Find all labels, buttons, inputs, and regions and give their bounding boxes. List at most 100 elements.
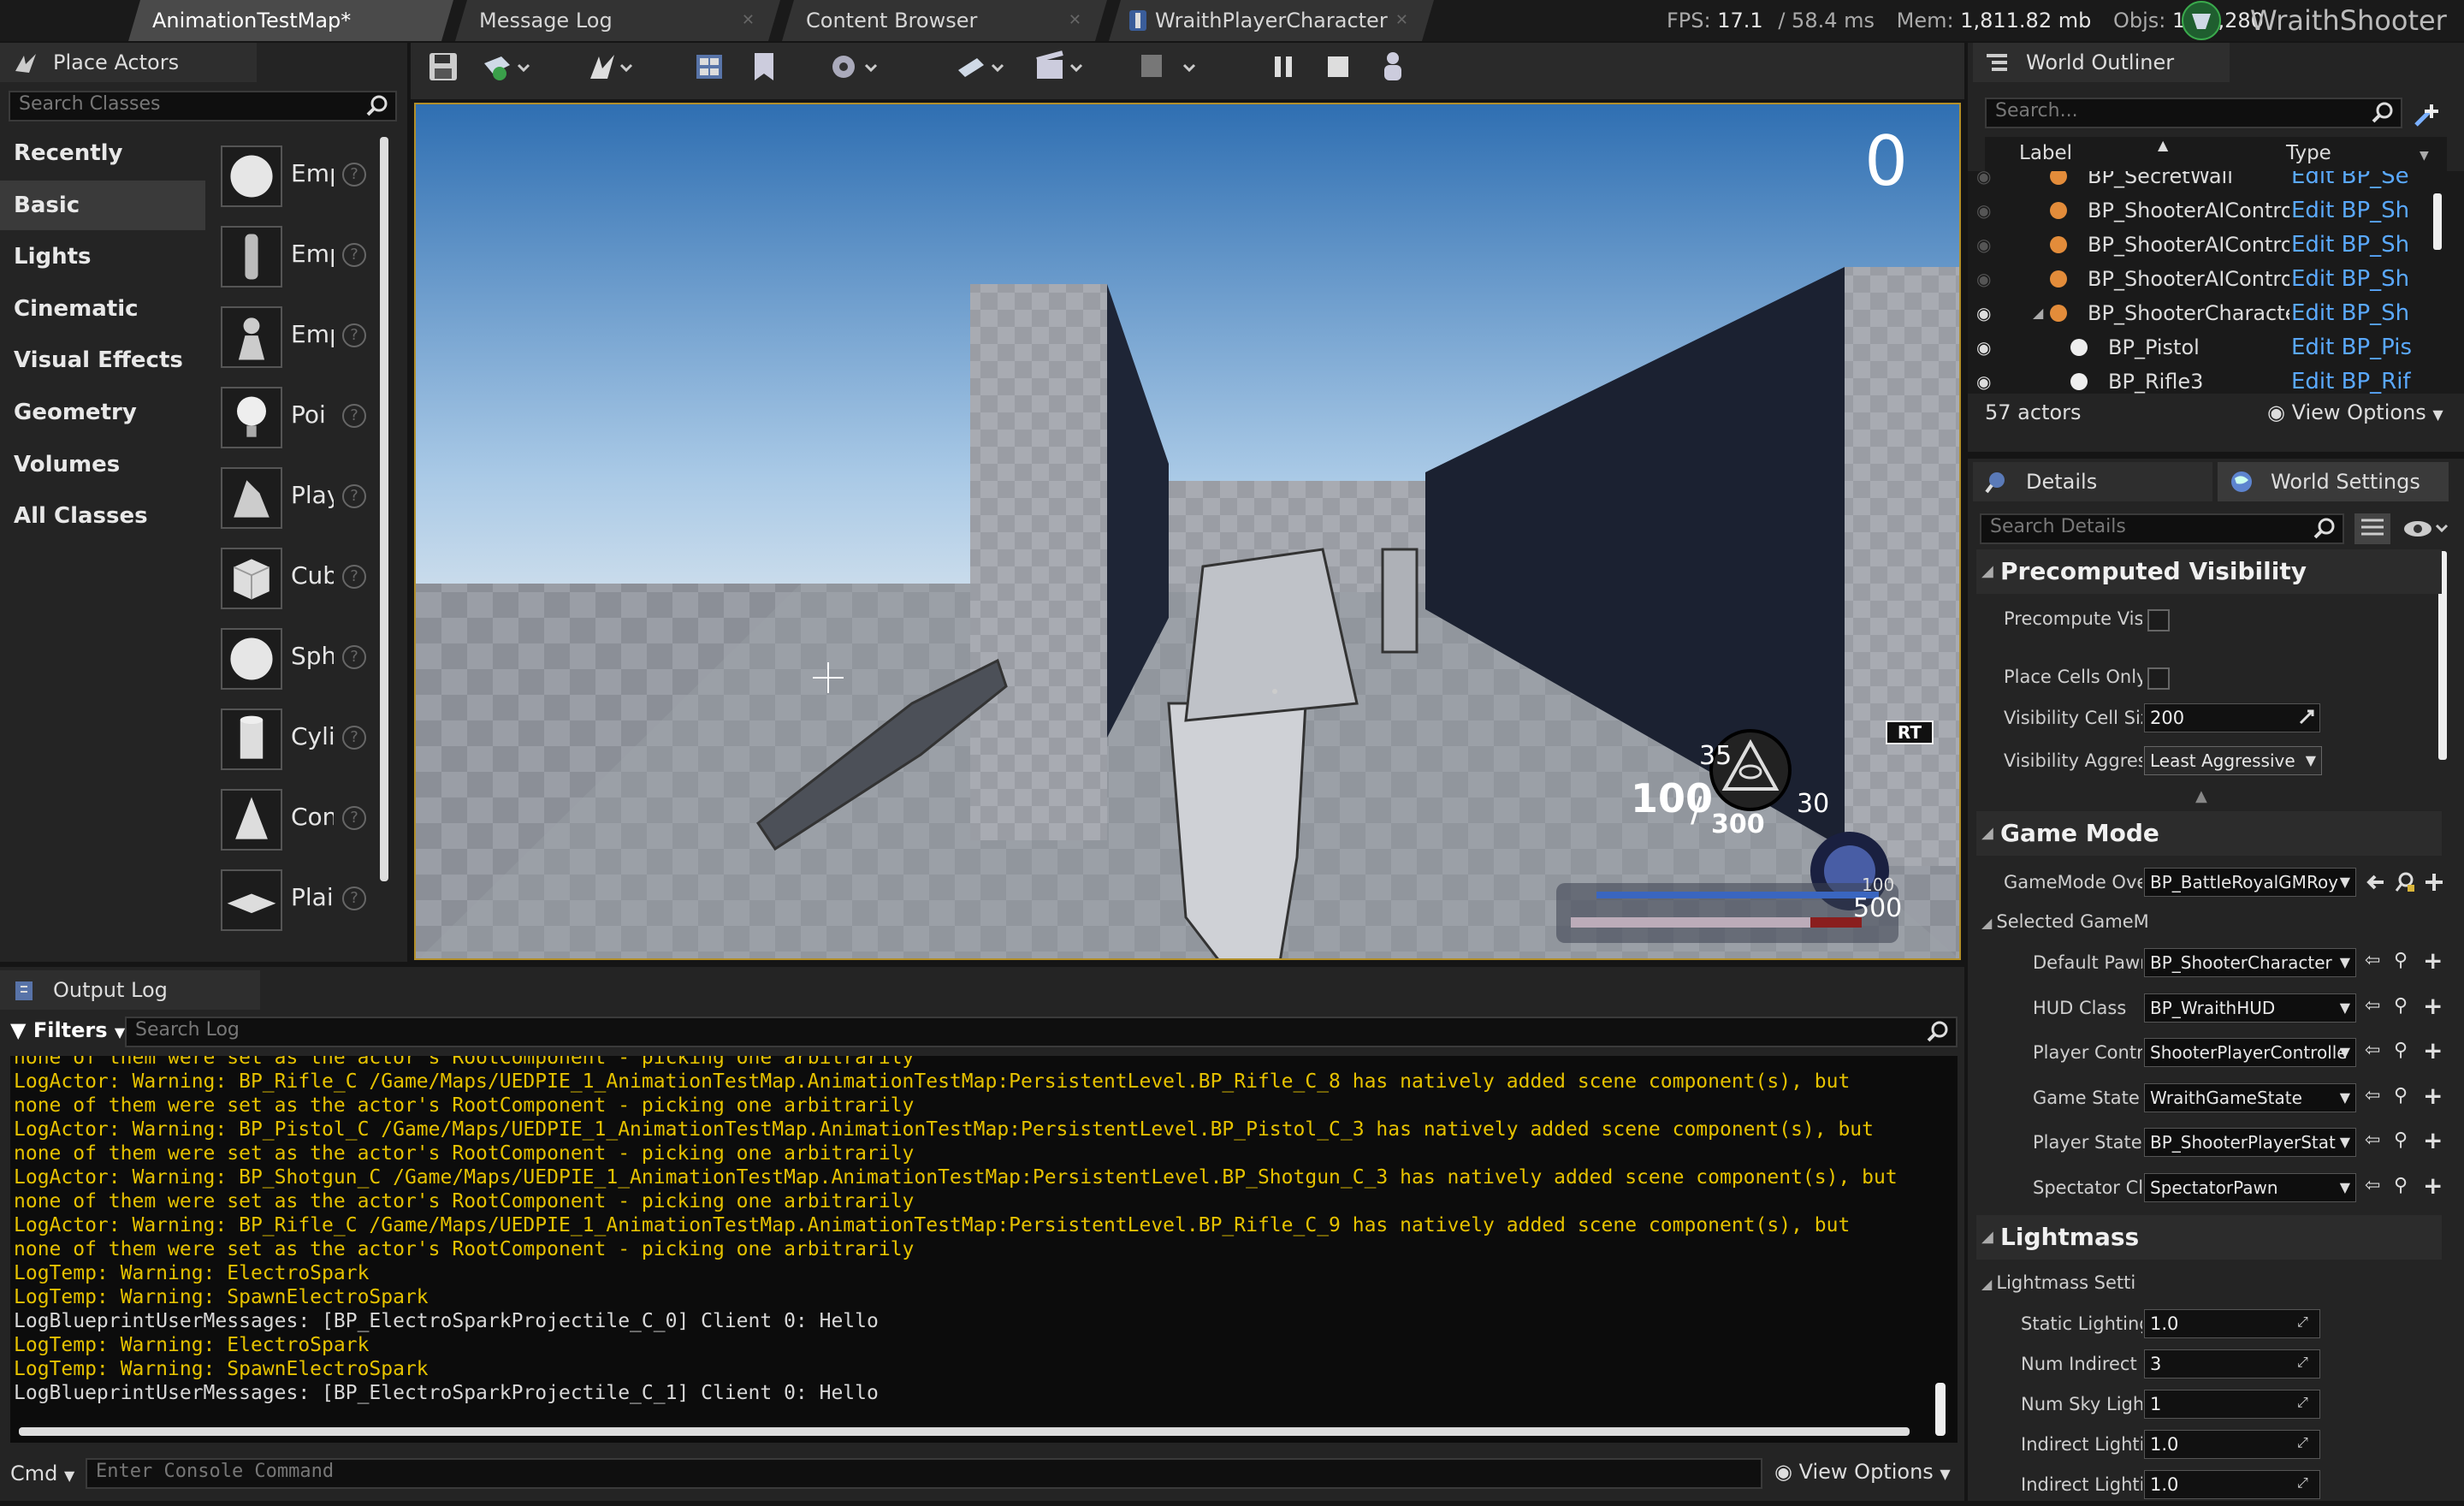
- use-selected-icon[interactable]: ⇦: [2365, 995, 2387, 1017]
- drag-handle-icon[interactable]: ⤢: [2297, 1434, 2316, 1453]
- log-output[interactable]: none of them were set as the actor's Roo…: [10, 1056, 1958, 1443]
- expand-triangle-icon[interactable]: ◢: [2033, 296, 2043, 330]
- class-dropdown[interactable]: BP_ShooterPlayerStat ▼: [2144, 1128, 2356, 1157]
- outliner-row[interactable]: ◉ ◢ BP_ShooterCharacter Edit BP_Sh: [1968, 296, 2464, 330]
- numeric-field[interactable]: 3 ⤢: [2144, 1349, 2320, 1379]
- pause-icon[interactable]: [1266, 50, 1300, 84]
- use-selected-icon[interactable]: ⇦: [2365, 1085, 2387, 1107]
- save-icon[interactable]: [426, 50, 460, 84]
- class-dropdown[interactable]: SpectatorPawn ▼: [2144, 1172, 2356, 1202]
- help-icon[interactable]: ?: [342, 886, 366, 910]
- drag-handle-icon[interactable]: ⤢: [2297, 1354, 2316, 1373]
- visibility-eye-icon[interactable]: ◉: [1976, 171, 1991, 193]
- search-details-input[interactable]: Search Details: [1980, 513, 2344, 544]
- visibility-eye-icon[interactable]: ◉: [1976, 193, 1991, 228]
- add-icon[interactable]: +: [2423, 992, 2445, 1020]
- stop-icon[interactable]: [1321, 50, 1355, 84]
- actor-item[interactable]: Play?: [217, 462, 380, 537]
- add-icon[interactable]: [2423, 871, 2445, 893]
- tab-world-settings[interactable]: World Settings: [2218, 462, 2449, 501]
- help-icon[interactable]: ?: [342, 806, 366, 830]
- tab-content-browser[interactable]: Content Browser ✕: [782, 0, 1107, 41]
- browse-icon[interactable]: ⚲: [2394, 995, 2416, 1017]
- world-outliner-tab[interactable]: World Outliner: [1973, 43, 2230, 82]
- category-item[interactable]: Cinematic: [0, 284, 205, 334]
- visibility-eye-icon[interactable]: ◉: [1976, 365, 1991, 394]
- numeric-field[interactable]: 1.0 ⤢: [2144, 1309, 2320, 1338]
- edit-blueprint-link[interactable]: Edit BP_Pis: [2291, 330, 2420, 365]
- outliner-row[interactable]: ◉ BP_ShooterAIControllerEdit BP_Sh: [1968, 262, 2464, 296]
- numeric-field[interactable]: 1.0 ⤢: [2144, 1430, 2320, 1459]
- help-icon[interactable]: ?: [342, 726, 366, 750]
- search-log-input[interactable]: Search Log: [125, 1017, 1958, 1047]
- help-icon[interactable]: ?: [342, 323, 366, 347]
- aggressiveness-dropdown[interactable]: Least Aggressive ▼: [2144, 746, 2322, 775]
- outliner-row[interactable]: ◉ BP_SecretWall Edit BP_Se: [1968, 171, 2464, 193]
- settings-icon[interactable]: [828, 50, 883, 84]
- outliner-row[interactable]: ◉ BP_Pistol Edit BP_Pis: [1968, 330, 2464, 365]
- eject-icon[interactable]: [1376, 50, 1410, 84]
- browse-icon[interactable]: ⚲: [2394, 1175, 2416, 1197]
- prop-label[interactable]: ◢ Lightmass Setti: [1981, 1261, 2153, 1306]
- edit-blueprint-link[interactable]: Edit BP_Se: [2291, 171, 2420, 193]
- add-icon[interactable]: +: [2423, 946, 2445, 975]
- browse-icon[interactable]: ⚲: [2394, 1130, 2416, 1152]
- add-filter-icon[interactable]: [2413, 99, 2443, 128]
- close-icon[interactable]: ✕: [742, 0, 755, 41]
- view-options-button[interactable]: ◉ View Options ▼: [1774, 1460, 1951, 1484]
- filters-button[interactable]: ▼ Filters ▼: [10, 1018, 125, 1042]
- use-selected-icon[interactable]: ⇦: [2365, 1130, 2387, 1152]
- blueprints-icon[interactable]: [955, 50, 1010, 84]
- tab-message-log[interactable]: Message Log ✕: [455, 0, 780, 41]
- visibility-eye-icon[interactable]: ◉: [1976, 330, 1991, 365]
- browse-icon[interactable]: ⚲: [2394, 950, 2416, 972]
- cmd-selector[interactable]: Cmd ▼: [10, 1462, 74, 1485]
- section-lightmass[interactable]: ◢ Lightmass: [1976, 1215, 2442, 1260]
- category-item[interactable]: Recently Placed: [0, 128, 205, 216]
- help-icon[interactable]: ?: [342, 163, 366, 187]
- prop-label[interactable]: ◢ Selected GameM: [1981, 900, 2153, 945]
- cell-size-field[interactable]: 200: [2144, 703, 2320, 732]
- visibility-eye-icon[interactable]: ◉: [1976, 228, 1991, 262]
- section-precomputed-visibility[interactable]: ◢ Precomputed Visibility: [1976, 549, 2442, 594]
- search-classes-input[interactable]: Search Classes: [9, 91, 397, 122]
- use-selected-icon[interactable]: ⇦: [2365, 1175, 2387, 1197]
- help-icon[interactable]: ?: [342, 404, 366, 428]
- outliner-row[interactable]: ◉ BP_Rifle3 Edit BP_Rif: [1968, 365, 2464, 394]
- add-icon[interactable]: +: [2423, 1171, 2445, 1200]
- tab-details[interactable]: Details: [1973, 462, 2212, 501]
- category-item[interactable]: Geometry: [0, 388, 205, 437]
- help-icon[interactable]: ?: [342, 645, 366, 669]
- browse-icon[interactable]: ⚲: [2394, 1085, 2416, 1107]
- details-view-options-icon[interactable]: [2401, 513, 2452, 544]
- vertical-scrollbar[interactable]: [1935, 1383, 1946, 1436]
- column-type[interactable]: Type: [2286, 142, 2331, 164]
- outliner-search-input[interactable]: Search...: [1985, 98, 2402, 128]
- add-icon[interactable]: +: [2423, 1036, 2445, 1064]
- actor-item[interactable]: Sph?: [217, 623, 380, 698]
- close-icon[interactable]: ✕: [1069, 0, 1081, 41]
- edit-blueprint-link[interactable]: Edit BP_Sh: [2291, 193, 2420, 228]
- use-selected-icon[interactable]: ⇦: [2365, 1040, 2387, 1062]
- output-log-tab[interactable]: Output Log: [0, 970, 260, 1010]
- help-icon[interactable]: ?: [342, 243, 366, 267]
- numeric-field[interactable]: 1 ⤢: [2144, 1390, 2320, 1419]
- content-icon[interactable]: [693, 50, 727, 84]
- tab-wraith-player-character[interactable]: WraithPlayerCharacter ✕: [1109, 0, 1434, 41]
- source-control-icon[interactable]: [479, 50, 530, 84]
- outliner-view-options[interactable]: ◉ View Options ▼: [2267, 400, 2443, 424]
- edit-blueprint-link[interactable]: Edit BP_Rif: [2291, 365, 2420, 394]
- actor-item[interactable]: Emp?: [217, 301, 380, 376]
- drag-handle-icon[interactable]: [2297, 708, 2316, 726]
- actor-item[interactable]: Cyli?: [217, 703, 380, 779]
- edit-blueprint-link[interactable]: Edit BP_Sh: [2291, 262, 2420, 296]
- add-icon[interactable]: +: [2423, 1082, 2445, 1110]
- tab-animation-test-map[interactable]: AnimationTestMap*: [128, 0, 453, 41]
- property-matrix-icon[interactable]: [2353, 512, 2392, 546]
- actor-item[interactable]: Poi?: [217, 382, 380, 457]
- expand-arrow-icon[interactable]: ▲: [2195, 787, 2207, 805]
- visibility-eye-icon[interactable]: ◉: [1976, 296, 1991, 330]
- category-item[interactable]: Visual Effects: [0, 335, 205, 385]
- add-icon[interactable]: +: [2423, 1126, 2445, 1154]
- horizontal-scrollbar[interactable]: [19, 1427, 1910, 1436]
